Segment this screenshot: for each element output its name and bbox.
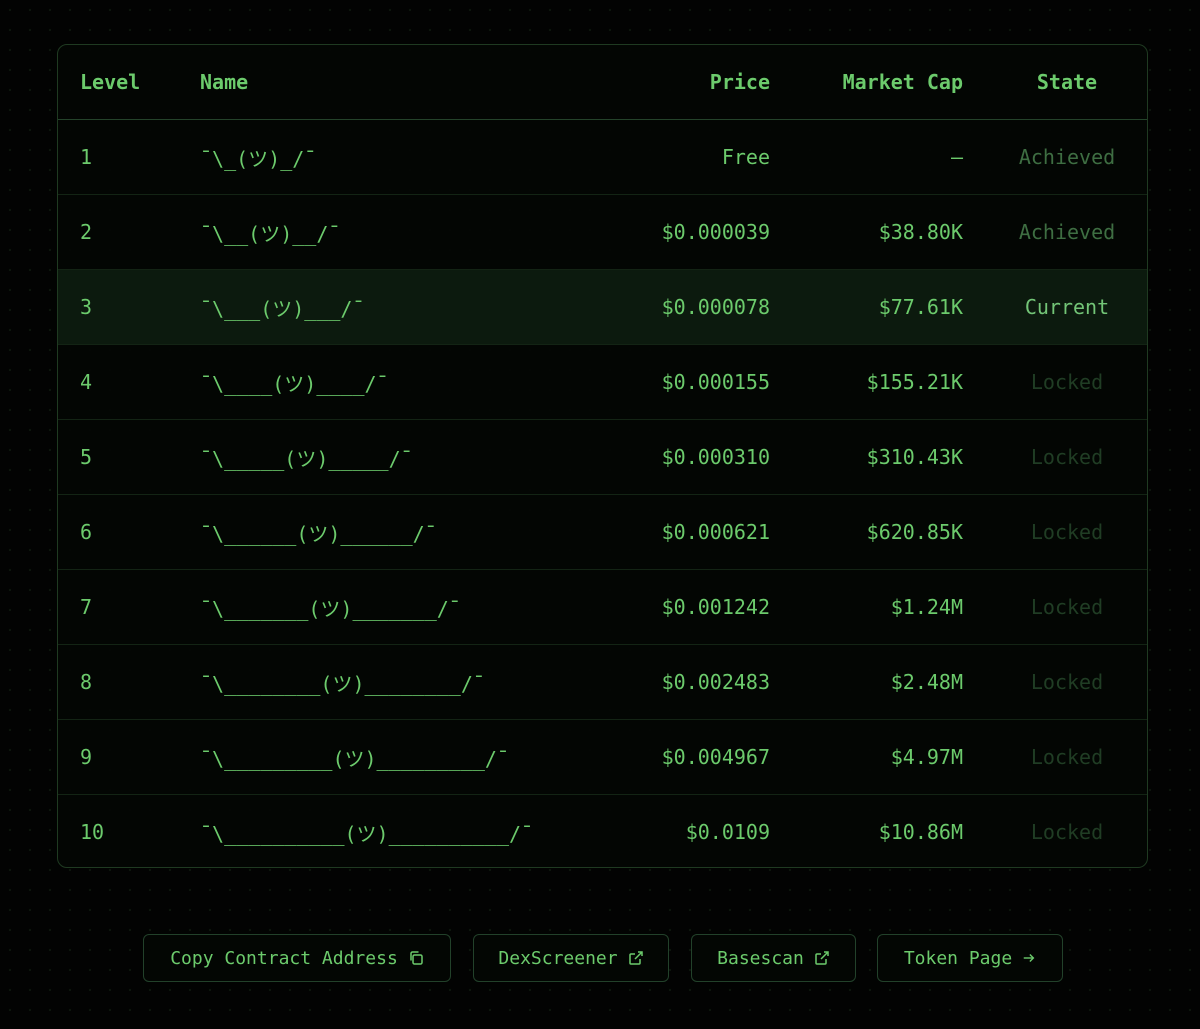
table-row: 2 ¯\__(ツ)__/¯ $0.000039 $38.80K Achieved [58, 195, 1147, 270]
name-cell: ¯\____(ツ)____/¯ [200, 371, 389, 396]
copy-icon [408, 950, 424, 966]
copy-contract-address-label: Copy Contract Address [170, 947, 398, 969]
header-state: State [1036, 70, 1098, 94]
price-cell: $0.002483 [661, 670, 770, 694]
copy-contract-address-button[interactable]: Copy Contract Address [143, 934, 451, 982]
state-badge: Current [1024, 295, 1110, 319]
market-cap-cell: $38.80K [878, 220, 963, 244]
page: Level Name Price Market Cap State 1 ¯\_(ツ… [0, 0, 1200, 1029]
market-cap-cell: $1.24M [890, 595, 963, 619]
market-cap-cell: $310.43K [866, 445, 963, 469]
header-name: Name [200, 70, 249, 94]
external-link-icon [814, 950, 830, 966]
header-level: Level [80, 70, 141, 94]
price-cell: $0.000155 [661, 370, 770, 394]
level-cell: 8 [80, 670, 93, 694]
table-row: 8 ¯\________(ツ)________/¯ $0.002483 $2.48M L… [58, 645, 1147, 720]
header-price: Price [709, 70, 770, 94]
market-cap-cell: $2.48M [890, 670, 963, 694]
market-cap-cell: $77.61K [878, 295, 963, 319]
table-header: Level Name Price Market Cap State [58, 45, 1147, 120]
price-cell: $0.0109 [685, 820, 770, 844]
name-cell: ¯\_____(ツ)_____/¯ [200, 446, 413, 471]
name-cell: ¯\______(ツ)______/¯ [200, 521, 437, 546]
price-cell: $0.000621 [661, 520, 770, 544]
external-link-icon [628, 950, 644, 966]
market-cap-cell: $155.21K [866, 370, 963, 394]
state-badge: Locked [1030, 370, 1104, 394]
market-cap-cell: $4.97M [890, 745, 963, 769]
level-cell: 9 [80, 745, 93, 769]
price-cell: Free [721, 145, 770, 169]
table-row: 7 ¯\_______(ツ)_______/¯ $0.001242 $1.24M Loc… [58, 570, 1147, 645]
price-cell: $0.004967 [661, 745, 770, 769]
name-cell: ¯\___(ツ)___/¯ [200, 296, 365, 321]
dexscreener-label: DexScreener [498, 947, 618, 969]
arrow-right-icon [1022, 951, 1036, 965]
header-market-cap: Market Cap [842, 70, 963, 94]
table-row: 6 ¯\______(ツ)______/¯ $0.000621 $620.85K Loc… [58, 495, 1147, 570]
name-cell: ¯\__________(ツ)__________/¯ [200, 821, 534, 846]
level-cell: 2 [80, 220, 93, 244]
market-cap-cell: $620.85K [866, 520, 963, 544]
price-cell: $0.000078 [661, 295, 770, 319]
token-page-button[interactable]: Token Page [877, 934, 1063, 982]
level-cell: 1 [80, 145, 93, 169]
state-badge: Locked [1030, 820, 1104, 844]
name-cell: ¯\_______(ツ)_______/¯ [200, 596, 461, 621]
table-row: 9 ¯\_________(ツ)_________/¯ $0.004967 $4.97… [58, 720, 1147, 795]
levels-table: Level Name Price Market Cap State 1 ¯\_(ツ… [57, 44, 1148, 868]
level-cell: 5 [80, 445, 93, 469]
table-row: 5 ¯\_____(ツ)_____/¯ $0.000310 $310.43K Locke… [58, 420, 1147, 495]
price-cell: $0.000310 [661, 445, 770, 469]
token-page-label: Token Page [903, 947, 1013, 969]
price-cell: $0.001242 [661, 595, 770, 619]
market-cap-cell: $10.86M [878, 820, 963, 844]
name-cell: ¯\_(ツ)_/¯ [200, 146, 317, 171]
level-cell: 4 [80, 370, 93, 394]
table-body: 1 ¯\_(ツ)_/¯ Free – Achieved 2 ¯\__(ツ)__/¯ $0.00… [58, 120, 1147, 867]
market-cap-cell: – [950, 145, 963, 169]
state-badge: Locked [1030, 595, 1104, 619]
table-row: 10 ¯\__________(ツ)__________/¯ $0.0109 $10.… [58, 795, 1147, 867]
table-row: 1 ¯\_(ツ)_/¯ Free – Achieved [58, 120, 1147, 195]
state-badge: Locked [1030, 670, 1104, 694]
state-badge: Locked [1030, 520, 1104, 544]
name-cell: ¯\__(ツ)__/¯ [200, 221, 341, 246]
name-cell: ¯\_________(ツ)_________/¯ [200, 746, 509, 771]
level-cell: 7 [80, 595, 93, 619]
name-cell: ¯\________(ツ)________/¯ [200, 671, 485, 696]
state-badge: Locked [1030, 445, 1104, 469]
level-cell: 6 [80, 520, 93, 544]
basescan-label: Basescan [717, 947, 804, 969]
basescan-button[interactable]: Basescan [691, 934, 856, 982]
table-row: 3 ¯\___(ツ)___/¯ $0.000078 $77.61K Current [58, 270, 1147, 345]
level-cell: 3 [80, 295, 93, 319]
price-cell: $0.000039 [661, 220, 770, 244]
action-buttons: Copy Contract Address DexScreener Basesc… [0, 934, 1200, 982]
table-row: 4 ¯\____(ツ)____/¯ $0.000155 $155.21K Locked [58, 345, 1147, 420]
level-cell: 10 [80, 820, 105, 844]
state-badge: Achieved [1018, 145, 1116, 169]
dexscreener-button[interactable]: DexScreener [473, 934, 669, 982]
state-badge: Achieved [1018, 220, 1116, 244]
state-badge: Locked [1030, 745, 1104, 769]
